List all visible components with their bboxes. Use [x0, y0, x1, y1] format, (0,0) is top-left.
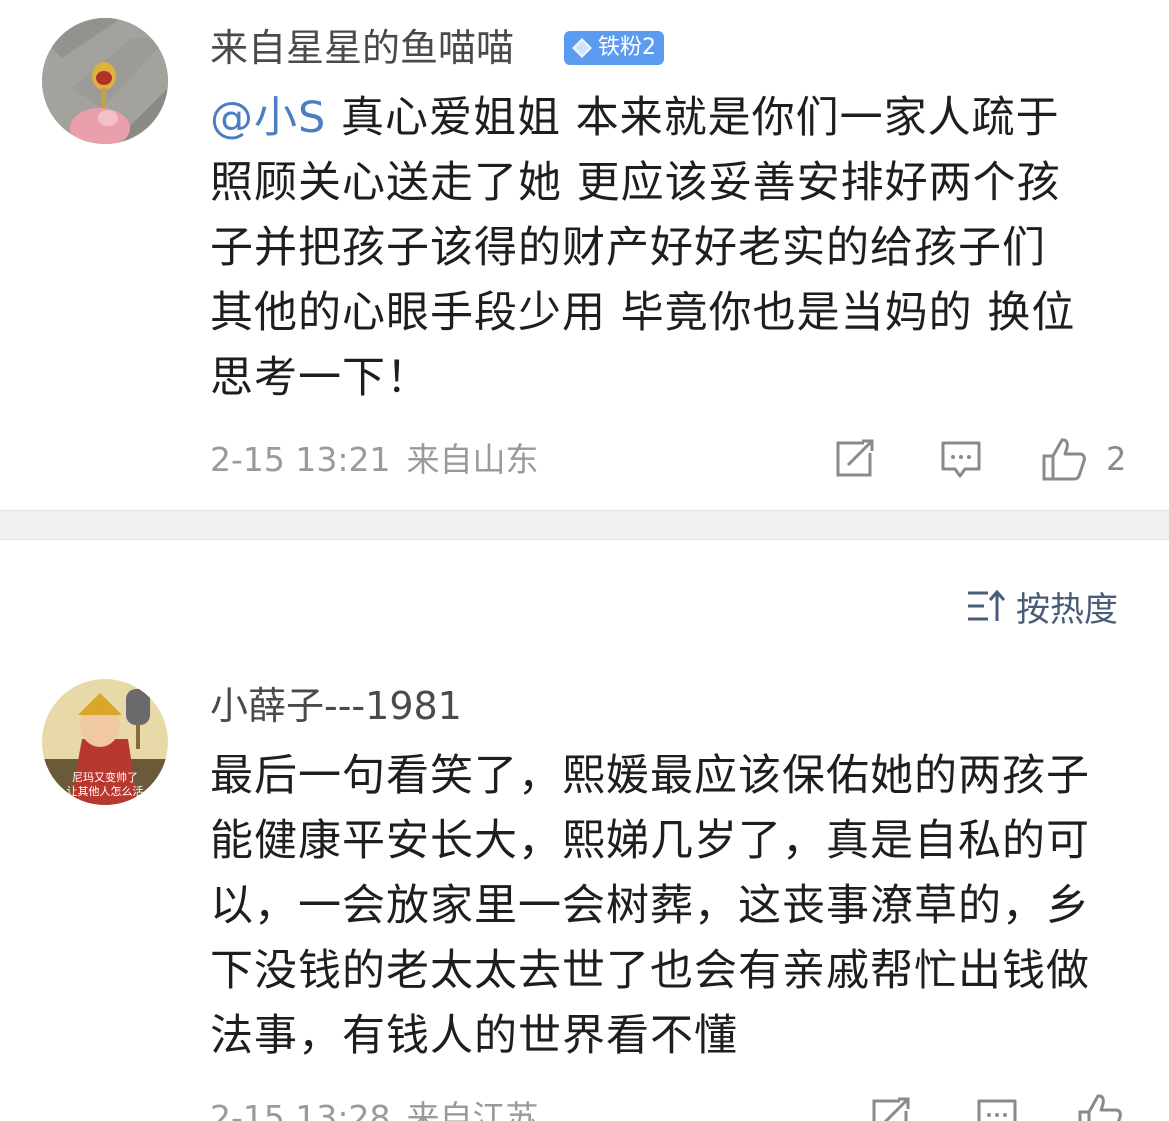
comment-button[interactable]	[976, 1098, 1018, 1121]
comment-location: 来自江苏	[406, 1098, 539, 1121]
comment-line: 以，一会放家里一会树葬，这丧事潦草的，乡	[210, 881, 1090, 931]
avatar[interactable]: 尼玛又变帅了 让其他人怎么活	[42, 679, 168, 805]
comment-line: 能健康平安长大，熙娣几岁了，真是自私的可	[210, 816, 1090, 866]
comment-time: 2-15 13:28	[210, 1098, 391, 1121]
comment-line: 思考一下！	[210, 353, 430, 403]
comment-button[interactable]	[940, 440, 982, 480]
comment-icon	[940, 440, 982, 480]
comment-meta: 2-15 13:28 来自江苏	[210, 1096, 539, 1121]
username[interactable]: 来自星星的鱼喵喵	[210, 22, 514, 74]
comment-text: 最后一句看笑了，熙媛最应该保佑她的两孩子 能健康平安长大，熙娣几岁了，真是自私的…	[210, 744, 1130, 1069]
comment-time: 2-15 13:21	[210, 440, 391, 479]
section-divider	[0, 510, 1169, 540]
comment-meta: 2-15 13:21 来自山东	[210, 438, 539, 482]
avatar-caption: 让其他人怎么活	[67, 784, 144, 798]
avatar-caption: 尼玛又变帅了	[72, 770, 138, 784]
comment-line: 下没钱的老太太去世了也会有亲戚帮忙出钱做	[210, 946, 1090, 996]
like-icon	[1040, 436, 1088, 482]
comment-location: 来自山东	[406, 440, 539, 479]
comment-line: @小S 真心爱姐姐 本来就是你们一家人疏于	[210, 86, 1130, 151]
sort-button[interactable]: 按热度	[966, 582, 1118, 630]
like-count: 2	[1106, 440, 1127, 478]
comment-line: 法事，有钱人的世界看不懂	[210, 1011, 738, 1061]
sort-icon	[966, 589, 1016, 623]
share-button[interactable]	[834, 439, 876, 479]
sort-label: 按热度	[1016, 589, 1118, 630]
share-icon	[834, 439, 876, 479]
comments-page: 来自星星的鱼喵喵 铁粉2 @小S 真心爱姐姐 本来就是你们一家人疏于 照顾关心送…	[0, 0, 1169, 1121]
comment-line: 子并把孩子该得的财产好好老实的给孩子们	[210, 223, 1046, 273]
diamond-icon	[570, 36, 594, 60]
comment-icon	[976, 1098, 1018, 1121]
comment-text: @小S 真心爱姐姐 本来就是你们一家人疏于 照顾关心送走了她 更应该妥善安排好两…	[210, 86, 1130, 411]
share-button[interactable]	[870, 1097, 912, 1121]
share-icon	[870, 1097, 912, 1121]
like-icon	[1076, 1092, 1124, 1121]
like-button[interactable]	[1076, 1092, 1124, 1121]
comment-line-text: 真心爱姐姐 本来就是你们一家人疏于	[340, 93, 1060, 143]
like-button[interactable]: 2	[1040, 436, 1126, 482]
comment-line: 其他的心眼手段少用 毕竟你也是当妈的 换位	[210, 288, 1076, 338]
avatar[interactable]	[42, 18, 168, 144]
comment-line: 照顾关心送走了她 更应该妥善安排好两个孩	[210, 158, 1061, 208]
username[interactable]: 小薛子---1981	[210, 680, 462, 732]
fan-badge[interactable]: 铁粉2	[564, 31, 664, 65]
mention-link[interactable]: @小S	[210, 93, 326, 143]
badge-label: 铁粉2	[598, 35, 656, 60]
comment-line: 最后一句看笑了，熙媛最应该保佑她的两孩子	[210, 751, 1090, 801]
